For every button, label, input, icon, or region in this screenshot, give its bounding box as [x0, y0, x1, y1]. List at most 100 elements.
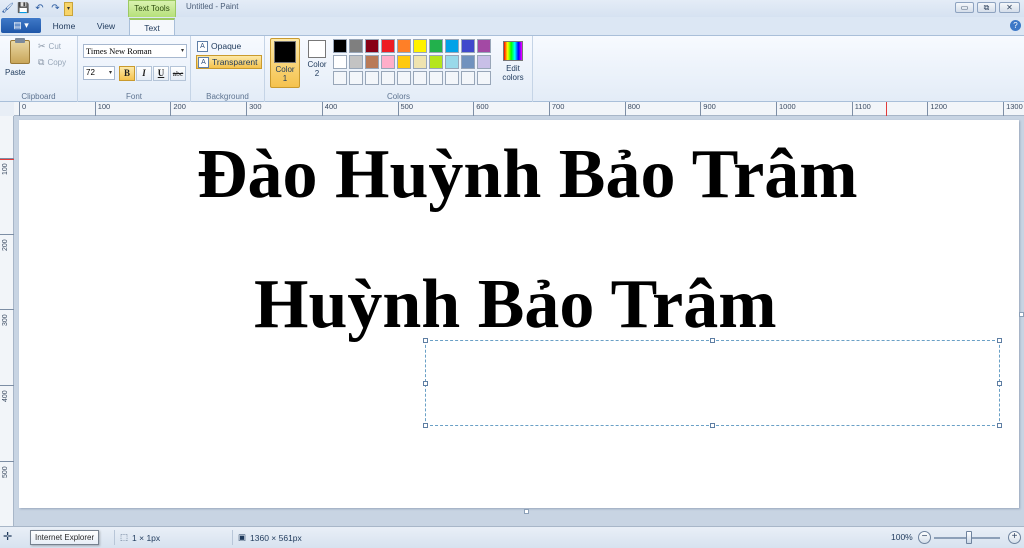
- resize-handle[interactable]: [710, 338, 715, 343]
- resize-handle[interactable]: [710, 423, 715, 428]
- palette-color-swatch[interactable]: [349, 71, 363, 85]
- save-icon[interactable]: 💾: [16, 2, 31, 16]
- color-palette: [333, 39, 491, 85]
- horizontal-cursor-marker: [886, 102, 887, 116]
- vertical-cursor-marker: [0, 159, 14, 160]
- color1-button[interactable]: Color 1: [270, 38, 300, 88]
- resize-handle[interactable]: [997, 338, 1002, 343]
- ruler-tick-label: 200: [170, 102, 186, 116]
- palette-color-swatch[interactable]: [445, 39, 459, 53]
- undo-icon[interactable]: ↶: [32, 2, 47, 16]
- palette-color-swatch[interactable]: [429, 55, 443, 69]
- customize-toolbar-icon[interactable]: ▾: [64, 1, 73, 16]
- palette-color-swatch[interactable]: [413, 39, 427, 53]
- strikethrough-button[interactable]: abc: [170, 66, 186, 81]
- bold-button[interactable]: B: [119, 66, 135, 81]
- zoom-level: 100%: [891, 532, 913, 542]
- underline-button[interactable]: U: [153, 66, 169, 81]
- ruler-tick-label: 1000: [776, 102, 796, 116]
- palette-color-swatch[interactable]: [333, 71, 347, 85]
- ruler-tick-label: 100: [2, 163, 9, 175]
- canvas-resize-handle[interactable]: [1019, 312, 1024, 317]
- edit-colors-button[interactable]: Edit colors: [500, 39, 526, 82]
- zoom-slider-thumb[interactable]: [966, 531, 972, 544]
- close-button[interactable]: ✕: [999, 2, 1020, 13]
- zoom-in-button[interactable]: +: [1008, 531, 1021, 544]
- chevron-down-icon: ▾: [108, 70, 112, 76]
- edit-colors-label-line2: colors: [502, 73, 524, 82]
- ruler-tick-label: 500: [397, 102, 413, 116]
- redo-icon[interactable]: ↷: [48, 2, 63, 16]
- cut-label: Cut: [48, 42, 61, 51]
- zoom-out-button[interactable]: −: [918, 531, 931, 544]
- text-tools-context-label: Text Tools: [128, 0, 176, 17]
- resize-handle[interactable]: [423, 423, 428, 428]
- ruler-tick-label: 1100: [851, 102, 871, 116]
- palette-color-swatch[interactable]: [333, 55, 347, 69]
- palette-color-swatch[interactable]: [365, 39, 379, 53]
- help-icon[interactable]: ?: [1010, 20, 1021, 31]
- text-box-selection[interactable]: [423, 338, 1002, 428]
- palette-color-swatch[interactable]: [349, 39, 363, 53]
- resize-handle[interactable]: [423, 381, 428, 386]
- ruler-tick-label: 400: [321, 102, 337, 116]
- palette-color-swatch[interactable]: [397, 55, 411, 69]
- cut-button[interactable]: ✂ Cut: [38, 41, 61, 52]
- font-family-select[interactable]: Times New Roman ▾: [83, 44, 187, 58]
- paste-button[interactable]: Paste: [5, 68, 25, 77]
- ruler-tick-label: 500: [2, 466, 9, 478]
- palette-color-swatch[interactable]: [365, 71, 379, 85]
- palette-color-swatch[interactable]: [477, 55, 491, 69]
- palette-color-swatch[interactable]: [381, 55, 395, 69]
- opaque-button[interactable]: A Opaque: [196, 39, 244, 53]
- palette-color-swatch[interactable]: [381, 39, 395, 53]
- palette-color-swatch[interactable]: [445, 71, 459, 85]
- palette-color-swatch[interactable]: [477, 71, 491, 85]
- image-size: ▣ 1360 × 561px: [238, 532, 302, 543]
- ribbon-tabs: ▤ ▾ Home View Text ?: [0, 17, 1024, 35]
- resize-handle[interactable]: [997, 381, 1002, 386]
- palette-color-swatch[interactable]: [333, 39, 347, 53]
- palette-color-swatch[interactable]: [461, 39, 475, 53]
- resize-handle[interactable]: [423, 338, 428, 343]
- ruler-tick-label: 900: [700, 102, 716, 116]
- palette-color-swatch[interactable]: [413, 55, 427, 69]
- color1-swatch: [274, 41, 296, 63]
- paste-icon[interactable]: [10, 38, 30, 64]
- tab-view[interactable]: View: [86, 18, 126, 35]
- minimize-button[interactable]: ▭: [955, 2, 974, 13]
- paint-menu-button[interactable]: ▤ ▾: [1, 18, 41, 33]
- palette-color-swatch[interactable]: [349, 55, 363, 69]
- colors-group-label: Colors: [386, 92, 411, 101]
- drawing-canvas[interactable]: Đào Huỳnh Bảo Trâm Huỳnh Bảo Trâm: [19, 120, 1019, 508]
- palette-color-swatch[interactable]: [429, 71, 443, 85]
- palette-color-swatch[interactable]: [397, 71, 411, 85]
- chevron-down-icon: ▾: [180, 48, 184, 54]
- resize-handle[interactable]: [997, 423, 1002, 428]
- opaque-icon: A: [197, 40, 208, 52]
- palette-color-swatch[interactable]: [477, 39, 491, 53]
- italic-button[interactable]: I: [136, 66, 152, 81]
- title-bar: 🖌 💾 ↶ ↷ ▾ Text Tools Untitled - Paint ▭ …: [0, 0, 1024, 17]
- palette-color-swatch[interactable]: [397, 39, 411, 53]
- restore-button[interactable]: ⧉: [977, 2, 996, 13]
- palette-color-swatch[interactable]: [445, 55, 459, 69]
- palette-color-swatch[interactable]: [429, 39, 443, 53]
- palette-color-swatch[interactable]: [461, 55, 475, 69]
- palette-color-swatch[interactable]: [381, 71, 395, 85]
- ruler-tick-label: 700: [548, 102, 564, 116]
- palette-color-swatch[interactable]: [413, 71, 427, 85]
- canvas-resize-handle[interactable]: [524, 509, 529, 514]
- copy-button[interactable]: ⧉ Copy: [38, 57, 66, 68]
- copy-icon: ⧉: [38, 57, 45, 67]
- tab-text[interactable]: Text: [129, 18, 175, 35]
- paint-app-icon[interactable]: 🖌: [0, 2, 15, 16]
- color2-button[interactable]: Color 2: [302, 38, 332, 88]
- transparent-button[interactable]: A Transparent: [196, 55, 262, 69]
- tab-home[interactable]: Home: [44, 18, 84, 35]
- font-size-select[interactable]: 72 ▾: [83, 66, 115, 80]
- canvas-text-line1: Đào Huỳnh Bảo Trâm: [197, 136, 858, 213]
- palette-color-swatch[interactable]: [365, 55, 379, 69]
- selection-size-icon: ⬚: [120, 532, 129, 542]
- palette-color-swatch[interactable]: [461, 71, 475, 85]
